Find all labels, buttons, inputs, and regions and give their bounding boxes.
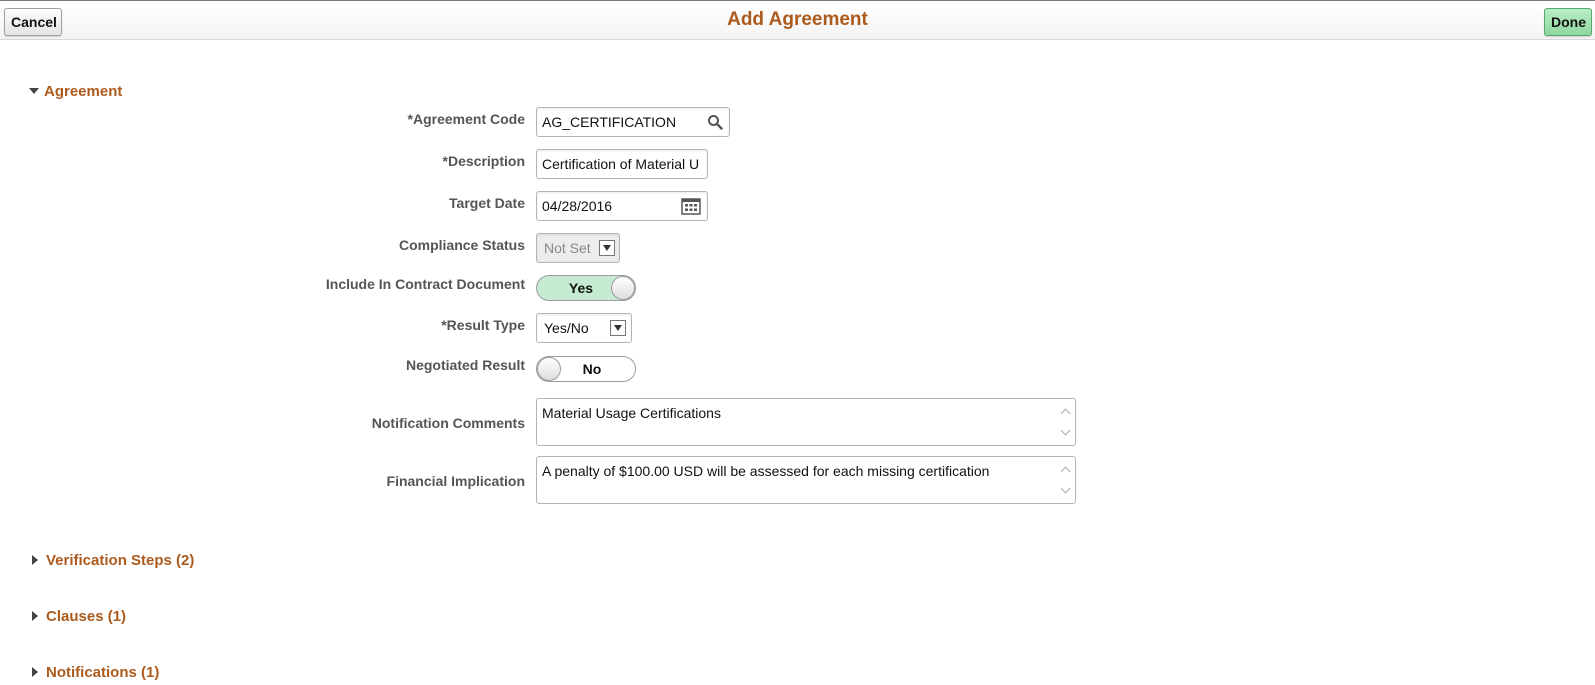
include-in-contract-value: Yes — [568, 280, 594, 296]
target-date-value: 04/28/2016 — [542, 198, 613, 214]
section-toggle-notifications[interactable]: Notifications (1) — [29, 664, 159, 681]
agreement-code-label: *Agreement Code — [407, 111, 525, 127]
compliance-status-label: Compliance Status — [398, 237, 525, 253]
section-title-notifications: Notifications (1) — [46, 664, 160, 681]
notification-comments-value: Material Usage Certifications — [542, 405, 721, 421]
scroll-down-icon[interactable] — [1061, 430, 1071, 436]
result-type-select[interactable]: Yes/No — [536, 313, 632, 343]
caret-down-icon — [29, 88, 39, 95]
section-toggle-verification-steps[interactable]: Verification Steps (2) — [29, 552, 194, 569]
description-input[interactable]: Certification of Material U — [536, 149, 708, 179]
financial-implication-label: Financial Implication — [386, 473, 525, 489]
search-icon[interactable] — [707, 114, 723, 133]
negotiated-result-value: No — [582, 361, 602, 377]
compliance-status-select: Not Set — [536, 233, 620, 263]
description-label: *Description — [442, 153, 525, 169]
scroll-up-icon[interactable] — [1061, 466, 1071, 472]
caret-right-icon — [32, 611, 38, 622]
calendar-icon[interactable] — [681, 197, 701, 218]
result-type-value: Yes/No — [544, 320, 589, 336]
section-toggle-clauses[interactable]: Clauses (1) — [29, 608, 126, 625]
page-title: Add Agreement — [727, 9, 868, 30]
chevron-down-icon — [599, 240, 615, 256]
include-in-contract-toggle[interactable]: Yes — [536, 275, 636, 301]
section-toggle-agreement[interactable]: Agreement — [29, 83, 122, 100]
scroll-down-icon[interactable] — [1061, 488, 1071, 494]
caret-right-icon — [32, 555, 38, 566]
description-value: Certification of Material U — [542, 156, 700, 172]
header-bar: Cancel Add Agreement Done — [0, 0, 1595, 40]
notification-comments-textarea[interactable]: Material Usage Certifications — [536, 398, 1076, 446]
include-in-contract-label: Include In Contract Document — [325, 276, 525, 292]
scroll-up-icon[interactable] — [1061, 408, 1071, 414]
notification-comments-label: Notification Comments — [371, 415, 525, 431]
chevron-down-icon[interactable] — [610, 320, 626, 336]
section-title-clauses: Clauses (1) — [46, 608, 127, 625]
negotiated-result-label: Negotiated Result — [405, 357, 525, 373]
financial-implication-textarea[interactable]: A penalty of $100.00 USD will be assesse… — [536, 456, 1076, 504]
section-title-verification-steps: Verification Steps (2) — [46, 552, 195, 569]
done-button[interactable]: Done — [1544, 8, 1592, 36]
caret-right-icon — [32, 667, 38, 678]
result-type-label: *Result Type — [441, 317, 525, 333]
agreement-code-value: AG_CERTIFICATION — [542, 114, 677, 130]
section-title-agreement: Agreement — [44, 83, 123, 100]
toggle-knob — [537, 357, 561, 381]
target-date-label: Target Date — [449, 195, 525, 211]
target-date-input[interactable]: 04/28/2016 — [536, 191, 708, 221]
compliance-status-value: Not Set — [544, 240, 591, 256]
negotiated-result-toggle[interactable]: No — [536, 356, 636, 382]
financial-implication-value: A penalty of $100.00 USD will be assesse… — [542, 463, 990, 479]
agreement-code-input[interactable]: AG_CERTIFICATION — [536, 107, 730, 137]
toggle-knob — [611, 276, 635, 300]
